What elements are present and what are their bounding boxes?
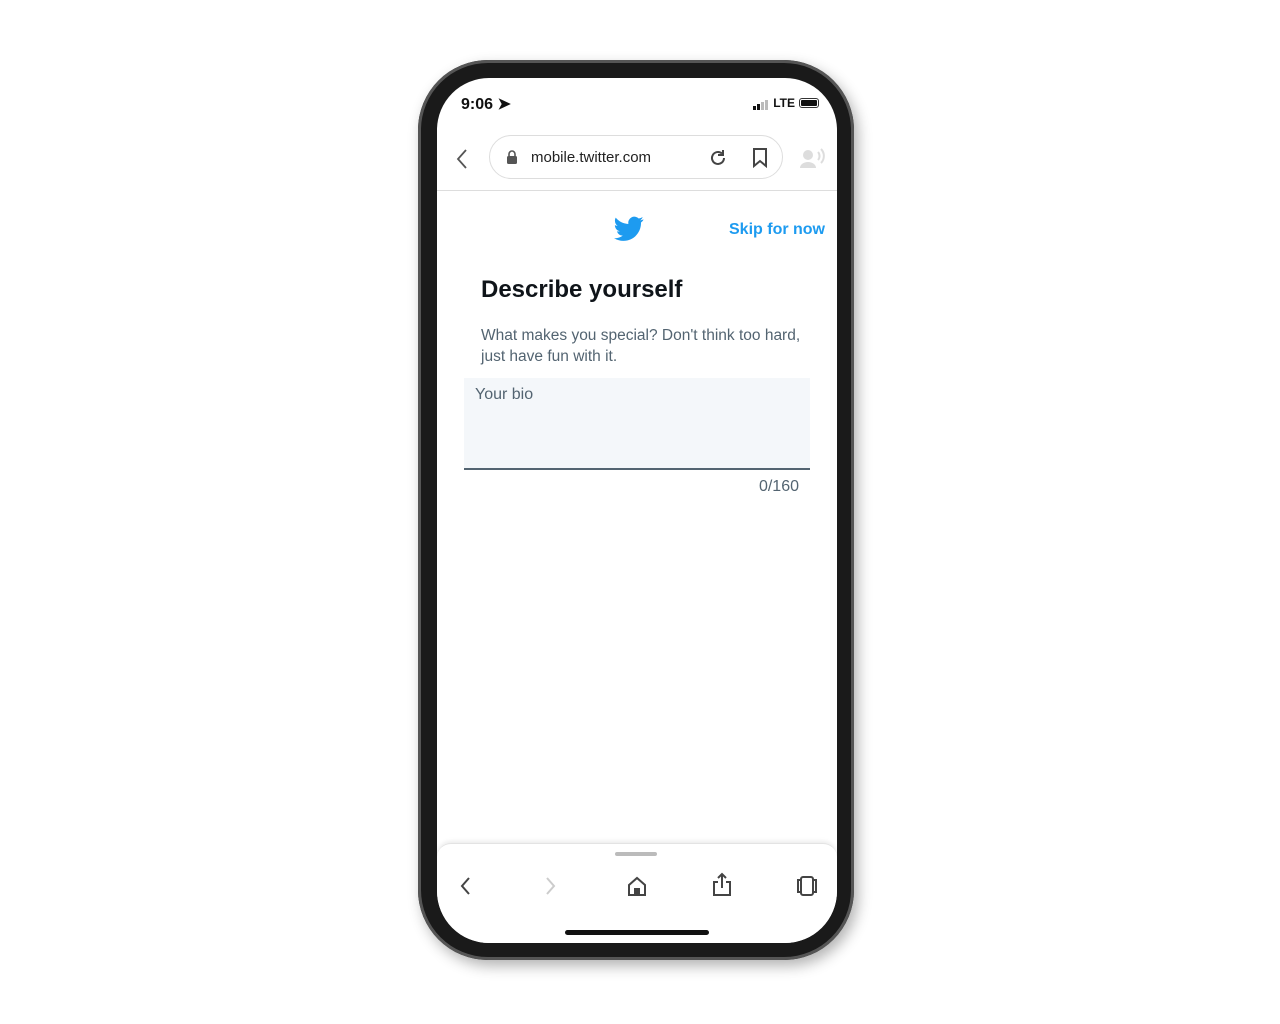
browser-toolbar <box>437 843 837 943</box>
character-counter: 0/160 <box>758 478 799 495</box>
voice-icon[interactable] <box>799 148 825 170</box>
status-bar-right: LTE <box>753 96 819 110</box>
battery-icon <box>799 98 819 108</box>
page-title: Describe yourself <box>481 276 683 303</box>
bio-placeholder: Your bio <box>475 386 534 403</box>
back-nav-icon[interactable] <box>459 876 473 896</box>
network-label: LTE <box>773 96 795 110</box>
tabs-icon[interactable] <box>795 875 819 897</box>
bookmark-icon[interactable] <box>752 148 768 168</box>
location-icon: ➤ <box>497 96 511 113</box>
page-subtitle: What makes you special? Don't think too … <box>481 327 801 365</box>
skip-for-now-link[interactable]: Skip for now <box>729 221 825 239</box>
signal-icon <box>753 96 769 110</box>
share-icon[interactable] <box>711 872 733 898</box>
time: 9:06 <box>461 96 494 113</box>
reload-icon[interactable] <box>708 148 728 168</box>
url-text: mobile.twitter.com <box>531 149 652 166</box>
lock-icon <box>507 150 517 164</box>
phone-screen: 9:06 ➤ LTE mobile.twitter.com Skip for n… <box>437 78 837 943</box>
back-icon[interactable] <box>455 148 469 170</box>
divider <box>437 190 837 191</box>
home-icon[interactable] <box>626 875 648 897</box>
address-bar[interactable]: mobile.twitter.com <box>489 135 783 179</box>
drag-handle[interactable] <box>615 852 657 856</box>
bio-input[interactable]: Your bio <box>464 378 810 470</box>
forward-nav-icon[interactable] <box>543 876 557 896</box>
twitter-bird-icon <box>614 216 644 241</box>
home-indicator <box>565 930 709 935</box>
status-time: 9:06 ➤ <box>461 94 511 114</box>
